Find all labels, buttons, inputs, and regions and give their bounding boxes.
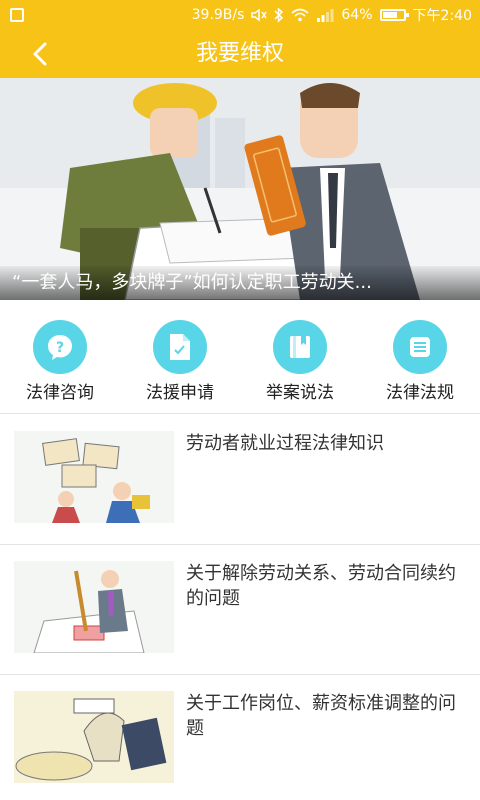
book-icon	[273, 320, 327, 374]
menu-label: 法律咨询	[26, 383, 94, 403]
document-icon	[153, 320, 207, 374]
bluetooth-icon	[274, 7, 284, 23]
banner-caption: “一套人马，多块牌子”如何认定职工劳动关...	[0, 266, 480, 300]
menu-label: 法援申请	[146, 383, 214, 403]
menu-item-laws-regulations[interactable]: 法律法规	[360, 300, 480, 414]
menu-item-legal-consultation[interactable]: ? 法律咨询	[0, 300, 120, 414]
news-list: 劳动者就业过程法律知识 关于解除劳动关系、劳动合同续约的问题 关于工作岗位、薪资…	[0, 415, 480, 800]
menu-item-legal-aid-application[interactable]: 法援申请	[120, 300, 240, 414]
menu-label: 法律法规	[386, 383, 454, 403]
news-thumbnail	[14, 691, 174, 783]
status-indicators: 39.9B/s 64% 下午2:40	[192, 0, 472, 30]
quick-menu: ? 法律咨询 法援申请 举案说法 法律法规	[0, 300, 480, 414]
list-item[interactable]: 劳动者就业过程法律知识	[0, 415, 480, 545]
mute-icon	[251, 8, 268, 22]
list-item[interactable]: 关于工作岗位、薪资标准调整的问题	[0, 675, 480, 800]
banner-carousel[interactable]: “一套人马，多块牌子”如何认定职工劳动关...	[0, 78, 480, 300]
network-speed: 39.9B/s	[191, 7, 245, 23]
news-thumbnail	[14, 431, 174, 523]
svg-text:?: ?	[56, 340, 64, 356]
page-title: 我要维权	[195, 41, 284, 66]
news-title: 关于工作岗位、薪资标准调整的问题	[186, 693, 456, 739]
question-bubble-icon: ?	[33, 320, 87, 374]
list-icon	[393, 320, 447, 374]
menu-item-case-studies[interactable]: 举案说法	[240, 300, 360, 414]
battery-icon	[379, 9, 409, 21]
clock: 下午2:40	[412, 8, 472, 24]
news-title: 关于解除劳动关系、劳动合同续约的问题	[186, 563, 456, 609]
status-bar: 39.9B/s 64% 下午2:40	[0, 0, 480, 30]
signal-icon	[317, 9, 334, 22]
notification-icon	[10, 8, 24, 22]
list-item[interactable]: 关于解除劳动关系、劳动合同续约的问题	[0, 545, 480, 675]
nav-bar: 我要维权	[0, 30, 480, 78]
menu-label: 举案说法	[266, 383, 334, 403]
news-thumbnail	[14, 561, 174, 653]
news-title: 劳动者就业过程法律知识	[186, 433, 384, 454]
wifi-icon	[291, 8, 309, 22]
battery-percent: 64%	[341, 7, 373, 23]
